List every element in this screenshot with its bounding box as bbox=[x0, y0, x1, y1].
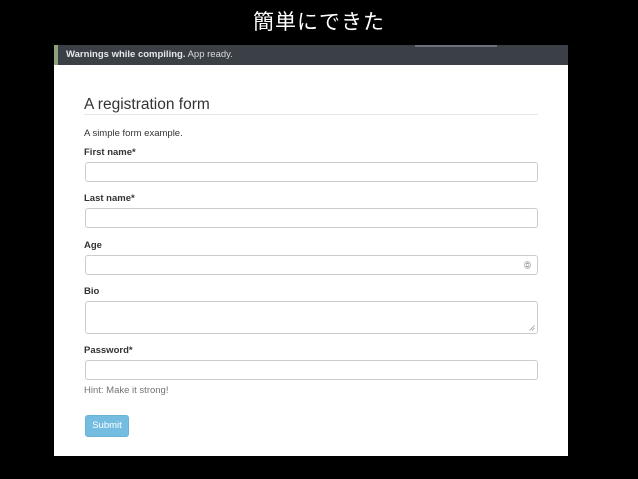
title-divider bbox=[84, 114, 538, 115]
status-bar: Warnings while compiling. App ready. bbox=[54, 45, 568, 65]
age-label: Age bbox=[84, 240, 102, 251]
number-spinner-icon[interactable] bbox=[524, 261, 531, 269]
first-name-input[interactable] bbox=[85, 162, 538, 182]
last-name-label: Last name* bbox=[84, 193, 135, 204]
last-name-input[interactable] bbox=[85, 208, 538, 228]
resize-handle-icon[interactable] bbox=[529, 325, 535, 331]
slide-title: 簡単にできた bbox=[253, 10, 385, 34]
first-name-label: First name* bbox=[84, 147, 136, 158]
bio-textarea[interactable] bbox=[85, 301, 538, 334]
bio-label: Bio bbox=[84, 286, 100, 297]
password-input[interactable] bbox=[85, 360, 538, 380]
submit-button[interactable]: Submit bbox=[85, 415, 129, 437]
status-warning: Warnings while compiling. bbox=[66, 49, 186, 60]
status-bar-accent bbox=[415, 45, 497, 47]
age-input[interactable] bbox=[85, 255, 538, 275]
app-window: Warnings while compiling. App ready. A r… bbox=[54, 45, 568, 456]
form-title: A registration form bbox=[84, 96, 210, 113]
password-label: Password* bbox=[84, 345, 133, 356]
status-message: Warnings while compiling. App ready. bbox=[66, 49, 233, 61]
status-ready: App ready. bbox=[187, 49, 233, 60]
form-description: A simple form example. bbox=[84, 128, 183, 139]
password-hint: Hint: Make it strong! bbox=[84, 385, 169, 396]
